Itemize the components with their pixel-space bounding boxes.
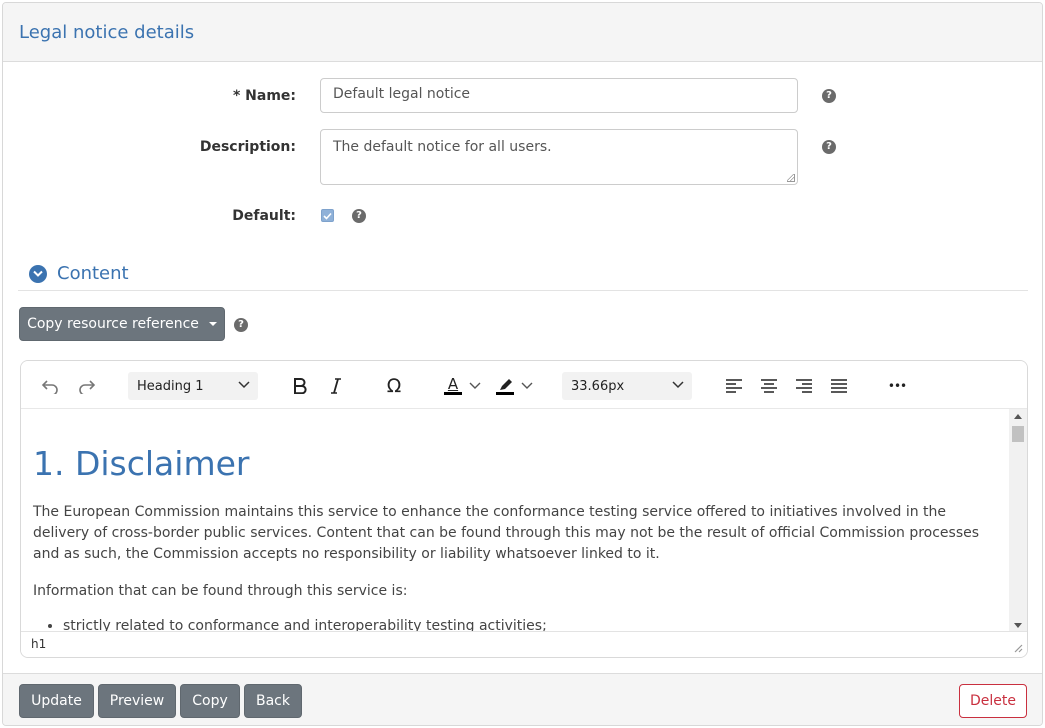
- scroll-down-icon[interactable]: [1014, 623, 1022, 629]
- editor-status-bar: h1: [21, 631, 1027, 657]
- text-color-swatch: [444, 392, 462, 395]
- bold-icon[interactable]: [289, 373, 311, 399]
- chevron-down-icon: [238, 381, 250, 389]
- content-paragraph: Information that can be found through th…: [33, 583, 408, 599]
- copy-reference-help-icon[interactable]: ?: [234, 318, 248, 332]
- panel-header: Legal notice details: [3, 3, 1042, 62]
- scroll-up-icon[interactable]: [1014, 413, 1022, 419]
- undo-icon[interactable]: [39, 373, 61, 399]
- element-path[interactable]: h1: [31, 637, 46, 651]
- text-color-button[interactable]: A: [441, 373, 483, 399]
- highlight-swatch: [496, 391, 514, 395]
- font-size-select[interactable]: 33.66px: [562, 372, 692, 400]
- back-button[interactable]: Back: [244, 684, 302, 718]
- editor-resize-icon[interactable]: [1013, 643, 1023, 653]
- more-options-icon[interactable]: •••: [885, 373, 909, 399]
- description-textarea[interactable]: The default notice for all users.: [320, 129, 798, 185]
- name-input-value: Default legal notice: [333, 86, 471, 102]
- align-justify-icon[interactable]: [828, 373, 850, 399]
- editor-toolbar: Heading 1 Ω A 33.66px •••: [21, 361, 1027, 409]
- align-left-icon[interactable]: [723, 373, 745, 399]
- chevron-down-icon: [672, 381, 684, 389]
- preview-button[interactable]: Preview: [98, 684, 176, 718]
- editor-scrollbar[interactable]: [1009, 409, 1027, 633]
- redo-icon[interactable]: [76, 373, 98, 399]
- copy-resource-reference-label: Copy resource reference: [27, 316, 199, 332]
- caret-down-icon: [208, 322, 217, 326]
- text-color-glyph: A: [447, 375, 459, 393]
- copy-resource-reference-button[interactable]: Copy resource reference: [19, 307, 225, 341]
- text-color-icon: A: [443, 377, 463, 395]
- rich-text-editor[interactable]: Heading 1 Ω A 33.66px ••• 1. Disclaimer …: [20, 360, 1028, 658]
- font-size-value: 33.66px: [571, 378, 625, 394]
- content-heading: 1. Disclaimer: [33, 444, 250, 483]
- italic-icon[interactable]: [325, 373, 347, 399]
- default-help-icon[interactable]: ?: [352, 209, 366, 223]
- check-icon: [323, 212, 332, 220]
- page-title: Legal notice details: [19, 21, 195, 43]
- chevron-down-icon[interactable]: [29, 264, 47, 283]
- content-section-title: Content: [57, 263, 129, 284]
- name-help-icon[interactable]: ?: [822, 89, 836, 103]
- update-button[interactable]: Update: [19, 684, 94, 718]
- legal-notice-panel: Legal notice details * Name: Default leg…: [2, 2, 1043, 726]
- special-character-icon[interactable]: Ω: [381, 373, 407, 399]
- resize-grip-icon[interactable]: [787, 174, 795, 182]
- name-input[interactable]: Default legal notice: [320, 78, 798, 113]
- block-format-value: Heading 1: [137, 378, 204, 394]
- content-paragraph: The European Commission maintains this s…: [33, 504, 980, 562]
- description-help-icon[interactable]: ?: [822, 140, 836, 154]
- editor-content[interactable]: 1. Disclaimer The European Commission ma…: [21, 409, 1009, 633]
- name-label: * Name:: [232, 88, 296, 104]
- chevron-down-icon: [469, 382, 481, 389]
- default-label: Default:: [232, 208, 296, 224]
- block-format-select[interactable]: Heading 1: [128, 372, 258, 400]
- description-label: Description:: [199, 139, 296, 155]
- default-checkbox[interactable]: [321, 209, 334, 222]
- highlighter-icon: [495, 378, 515, 395]
- scrollbar-thumb[interactable]: [1012, 426, 1024, 442]
- align-center-icon[interactable]: [758, 373, 780, 399]
- description-textarea-value: The default notice for all users.: [333, 139, 552, 155]
- delete-button[interactable]: Delete: [959, 684, 1027, 718]
- highlight-color-button[interactable]: [493, 373, 535, 399]
- copy-button[interactable]: Copy: [180, 684, 240, 718]
- chevron-down-icon: [521, 382, 533, 389]
- content-section-header[interactable]: Content: [18, 257, 1028, 291]
- panel-footer: Update Preview Copy Back Delete: [3, 673, 1042, 725]
- align-right-icon[interactable]: [793, 373, 815, 399]
